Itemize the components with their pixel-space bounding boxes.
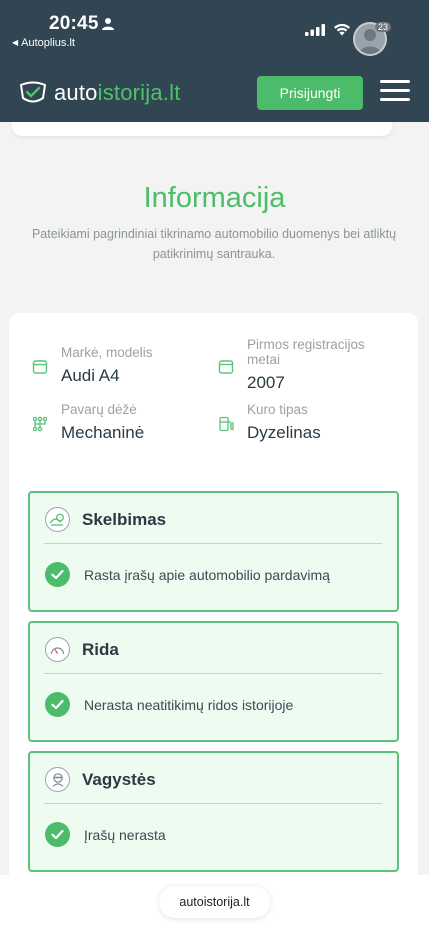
window-icon xyxy=(218,360,234,374)
check-header: Vagystės xyxy=(45,767,156,792)
browser-bottom-bar: autoistorija.lt xyxy=(0,875,429,931)
logo-text-main: auto xyxy=(54,80,98,105)
navbar: autoistorija.lt Prisijungti xyxy=(0,74,429,122)
checkmark-icon xyxy=(45,822,70,847)
check-result-text: Įrašų nerasta xyxy=(84,826,166,843)
check-result-text: Nerasta neatitikimų ridos istorijoje xyxy=(84,696,294,713)
person-icon xyxy=(102,18,114,30)
window-icon xyxy=(32,360,48,374)
first-registration-value: 2007 xyxy=(247,373,285,392)
check-card-listing[interactable]: Skelbimas Rasta įrašų apie automobilio p… xyxy=(28,491,399,612)
gearbox-value: Mechaninė xyxy=(61,423,145,442)
status-time: 20:45 xyxy=(49,13,99,34)
logo-car-shield-icon xyxy=(19,81,47,103)
thief-icon xyxy=(45,767,70,792)
fuel-value: Dyzelinas xyxy=(247,423,321,442)
divider xyxy=(44,543,382,544)
vehicle-info-card: Markė, modelis Audi A4 Pirmos registraci… xyxy=(9,313,418,903)
page-title: Informacija xyxy=(143,182,286,214)
check-result-text: Rasta įrašų apie automobilio pardavimą xyxy=(84,566,330,583)
check-result-row: Rasta įrašų apie automobilio pardavimą xyxy=(45,562,330,587)
fuel-label: Kuro tipas xyxy=(247,402,308,417)
gearbox-icon xyxy=(32,416,48,432)
logo-text-accent: istorija.lt xyxy=(97,80,181,105)
checkmark-icon xyxy=(45,692,70,717)
hamburger-menu-icon[interactable] xyxy=(380,80,410,104)
login-button[interactable]: Prisijungti xyxy=(257,76,363,110)
check-title: Rida xyxy=(82,639,119,659)
car-sale-icon xyxy=(45,507,70,532)
signal-icon xyxy=(305,23,325,36)
divider xyxy=(44,673,382,674)
logo[interactable]: autoistorija.lt xyxy=(18,80,181,106)
check-result-row: Nerasta neatitikimų ridos istorijoje xyxy=(45,692,293,717)
divider xyxy=(44,803,382,804)
status-bar: 20:45 ◀ Autoplius.lt 23 xyxy=(0,0,429,80)
check-result-row: Įrašų nerasta xyxy=(45,822,166,847)
gearbox-label: Pavarų dėžė xyxy=(61,402,137,417)
check-header: Skelbimas xyxy=(45,507,166,532)
back-arrow-icon: ◀ xyxy=(12,38,19,47)
address-bar[interactable]: autoistorija.lt xyxy=(159,886,270,918)
odometer-icon xyxy=(45,637,70,662)
first-registration-label-line2: metai xyxy=(247,352,281,367)
back-to-app-link[interactable]: ◀ Autoplius.lt xyxy=(12,37,75,49)
check-card-mileage[interactable]: Rida Nerasta neatitikimų ridos istorijoj… xyxy=(28,621,399,742)
checkmark-icon xyxy=(45,562,70,587)
first-registration-label-line1: Pirmos registracijos xyxy=(247,337,365,352)
previous-card-edge xyxy=(12,122,392,136)
make-model-value: Audi A4 xyxy=(61,366,120,385)
make-model-label: Markė, modelis xyxy=(61,345,153,360)
wifi-icon xyxy=(334,23,350,36)
check-card-theft[interactable]: Vagystės Įrašų nerasta xyxy=(28,751,399,872)
page-subtitle: Pateikiami pagrindiniai tikrinamo automo… xyxy=(31,227,397,261)
check-title: Vagystės xyxy=(82,769,156,789)
fuel-pump-icon xyxy=(219,416,234,432)
check-title: Skelbimas xyxy=(82,509,167,529)
logo-text: autoistorija.lt xyxy=(54,80,181,106)
check-header: Rida xyxy=(45,637,119,662)
avatar-badge: 23 xyxy=(374,22,391,32)
back-app-label: Autoplius.lt xyxy=(21,37,75,49)
